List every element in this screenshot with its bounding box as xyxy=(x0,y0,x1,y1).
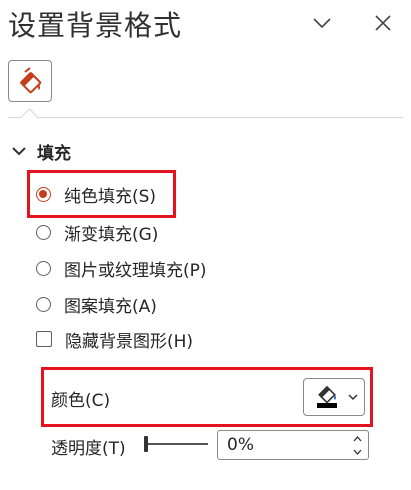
option-gradient-fill[interactable]: 渐变填充(G) xyxy=(36,219,158,245)
slider-track xyxy=(146,443,208,445)
chevron-down-icon xyxy=(348,394,358,401)
paint-bucket-color-icon xyxy=(317,385,337,408)
option-label: 图片或纹理填充(P) xyxy=(64,260,207,281)
spin-up-button[interactable] xyxy=(351,434,363,444)
fill-section-label: 填充 xyxy=(37,143,71,164)
radio-picture-texture-fill[interactable] xyxy=(36,260,51,276)
radio-solid-fill[interactable] xyxy=(36,186,51,202)
option-label: 图案填充(A) xyxy=(64,296,157,317)
collapse-pane-button[interactable] xyxy=(309,10,335,36)
pane-title: 设置背景格式 xyxy=(8,9,183,42)
transparency-label: 透明度(T) xyxy=(51,439,126,459)
slider-thumb[interactable] xyxy=(144,436,148,452)
option-label: 隐藏背景图形(H) xyxy=(65,331,194,352)
transparency-value[interactable]: 0% xyxy=(227,431,254,459)
chevron-up-icon xyxy=(353,436,361,442)
radio-pattern-fill[interactable] xyxy=(36,296,51,312)
radio-gradient-fill[interactable] xyxy=(36,224,51,240)
close-icon xyxy=(375,15,391,31)
transparency-slider[interactable] xyxy=(144,433,208,455)
close-button[interactable] xyxy=(370,10,396,36)
tab-indicator xyxy=(20,108,39,127)
chevron-down-icon xyxy=(12,147,26,156)
checkbox-hide-background-graphics[interactable] xyxy=(36,331,52,347)
tab-fill[interactable] xyxy=(8,60,52,102)
option-label: 渐变填充(G) xyxy=(64,224,159,245)
option-picture-texture-fill[interactable]: 图片或纹理填充(P) xyxy=(36,255,207,281)
fill-section-toggle[interactable]: 填充 xyxy=(10,138,71,164)
chevron-down-icon xyxy=(313,18,331,29)
paint-bucket-icon xyxy=(20,67,42,94)
transparency-spinner[interactable]: 0% xyxy=(217,430,369,460)
color-label: 颜色(C) xyxy=(51,391,111,411)
option-pattern-fill[interactable]: 图案填充(A) xyxy=(36,291,157,317)
chevron-down-icon xyxy=(353,449,361,455)
option-hide-background-graphics[interactable]: 隐藏背景图形(H) xyxy=(36,326,193,352)
tab-divider xyxy=(8,117,403,118)
option-label: 纯色填充(S) xyxy=(64,186,157,207)
spin-down-button[interactable] xyxy=(351,447,363,457)
option-solid-fill[interactable]: 纯色填充(S) xyxy=(36,181,156,207)
color-picker-button[interactable] xyxy=(303,378,365,416)
